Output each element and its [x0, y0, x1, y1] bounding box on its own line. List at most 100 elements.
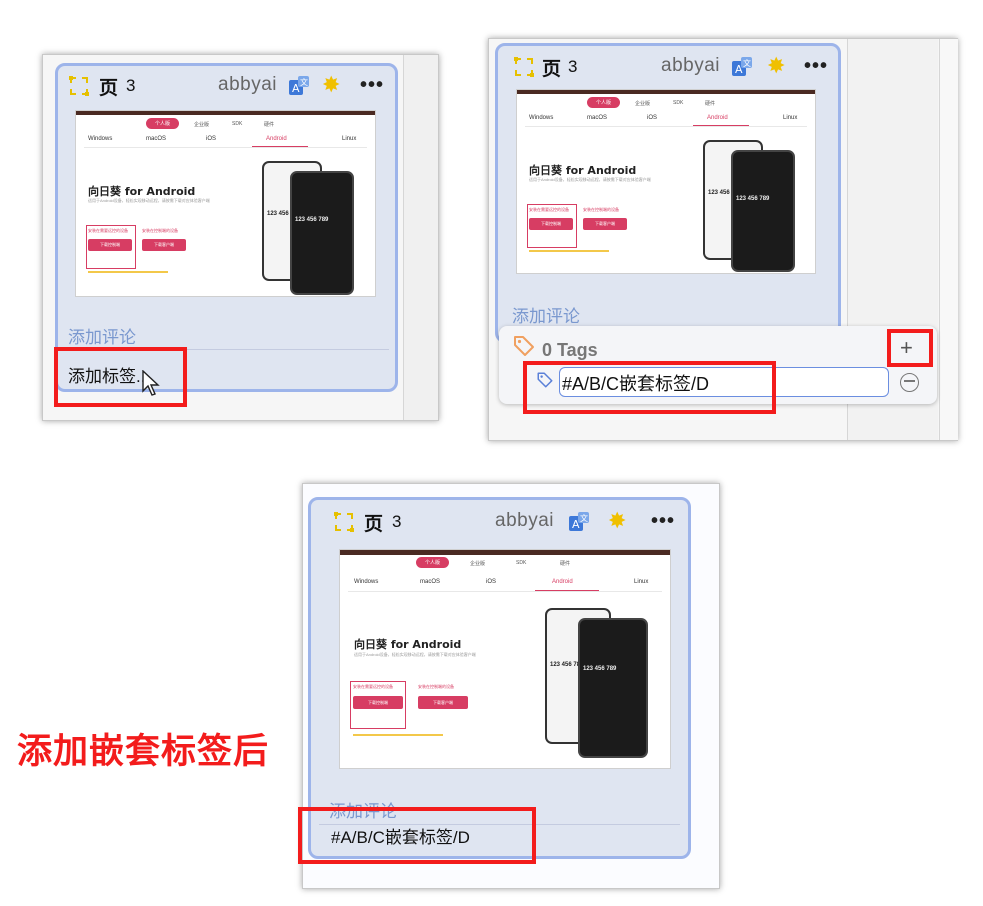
thumb-description: 适用于Android设备，轻松实现移动远程，请按需下载对应体验客户端	[88, 198, 210, 203]
thumb-os-tab: Windows	[529, 115, 554, 121]
brand-label: abbyai	[218, 74, 277, 95]
brand-label: abbyai	[495, 510, 554, 531]
page-card[interactable]: 页 3 abbyai A 文 ✸ ••• 个人版 企业版 SDK 硬件 Wind…	[308, 497, 691, 859]
thumb-separator	[525, 126, 807, 127]
thumb-phone-dark: 123 456 789	[731, 150, 795, 272]
add-comment-field[interactable]: 添加评论	[512, 302, 580, 327]
svg-text:文: 文	[743, 58, 751, 68]
thumb-tab: 硬件	[560, 561, 571, 567]
thumb-os-tab: Windows	[354, 579, 379, 585]
thumb-button: 下载控制端	[88, 239, 132, 251]
card-header: 页 3 abbyai A 文 ✸ •••	[58, 66, 395, 106]
side-rail	[403, 55, 438, 420]
tag-icon	[514, 336, 534, 356]
thumb-button: 下载控制端	[353, 696, 403, 709]
thumb-note	[353, 734, 443, 736]
thumb-os-tab: Linux	[342, 136, 357, 142]
thumb-tab: 企业版	[470, 561, 486, 567]
thumb-separator	[348, 591, 662, 592]
thumb-os-tab: Linux	[783, 115, 798, 121]
svg-text:文: 文	[580, 513, 588, 523]
star-icon[interactable]: ✸	[322, 74, 340, 96]
page-number: 3	[126, 76, 136, 95]
thumb-os-tab: macOS	[146, 136, 167, 142]
thumb-phone-number: 123 456 789	[736, 196, 770, 202]
thumb-os-tab: iOS	[647, 115, 658, 121]
thumb-heading: 向日葵 for Android	[529, 164, 637, 177]
thumb-os-tab: Windows	[88, 136, 113, 142]
frame-icon	[334, 512, 354, 532]
thumb-separator	[84, 147, 367, 148]
page-label: 页	[364, 513, 384, 535]
more-options-icon[interactable]: •••	[804, 56, 828, 76]
page-thumbnail: 个人版 企业版 SDK 硬件 Windows macOS iOS Android…	[339, 549, 671, 769]
thumb-os-tab: Android	[266, 136, 287, 142]
page-card[interactable]: 页 3 abbyai A 文 ✸ ••• 个人版 企业版 SDK 硬件 Wind…	[55, 63, 398, 396]
thumb-link: 安装在需要远控的设备	[529, 207, 569, 212]
card-header: 页 3 abbyai A 文 ✸ •••	[498, 46, 838, 86]
thumb-topbar	[76, 111, 375, 115]
thumb-phone-number: 123 456 789	[583, 666, 617, 672]
thumb-topbar	[517, 90, 815, 94]
thumb-tabs: 个人版 企业版 SDK 硬件	[76, 118, 375, 129]
highlight-box	[523, 361, 776, 414]
thumb-tab: 企业版	[194, 122, 210, 128]
thumb-note	[529, 250, 609, 252]
thumb-tabs: 个人版 企业版 SDK 硬件	[340, 557, 670, 568]
annotation-label: 添加嵌套标签后	[17, 732, 270, 772]
more-options-icon[interactable]: •••	[651, 511, 675, 531]
translate-icon[interactable]: A 文	[288, 75, 310, 97]
add-comment-field[interactable]: 添加评论	[68, 323, 136, 348]
panel-before: 页 3 abbyai A 文 ✸ ••• 个人版 企业版 SDK 硬件 Wind…	[42, 54, 439, 421]
thumb-link: 安装在控制端的设备	[583, 207, 619, 212]
thumb-description: 适用于Android设备，轻松实现移动远程，请按需下载对应体验客户端	[529, 177, 651, 182]
frame-icon	[69, 76, 89, 96]
page-number: 3	[568, 57, 578, 76]
star-icon[interactable]: ✸	[608, 510, 626, 532]
thumb-os-tab: iOS	[486, 579, 497, 585]
thumb-tab: 个人版	[416, 557, 450, 568]
thumb-tab: 个人版	[587, 97, 621, 108]
thumb-link: 安装在控制端的设备	[142, 228, 178, 233]
brand-label: abbyai	[661, 55, 720, 76]
thumb-button: 下载客户端	[583, 218, 627, 230]
translate-icon[interactable]: A 文	[568, 511, 590, 533]
thumb-phone-dark: 123 456 789	[290, 171, 354, 295]
thumb-os-tab: Linux	[634, 579, 649, 585]
thumb-os-tab: iOS	[206, 136, 217, 142]
thumb-phone-dark: 123 456 789	[578, 618, 648, 758]
panel-editing: 页 3 abbyai A 文 ✸ ••• 个人版 企业版 SDK 硬件 Wind…	[488, 38, 958, 441]
side-rail-edge	[939, 39, 958, 440]
frame-icon	[514, 57, 534, 77]
thumb-tab: 个人版	[146, 118, 180, 129]
thumb-description: 适用于Android设备，轻松实现移动远程，请按需下载对应体验客户端	[354, 652, 476, 657]
thumb-tab: SDK	[673, 100, 684, 106]
thumb-note	[88, 271, 168, 273]
star-icon[interactable]: ✸	[767, 55, 785, 77]
page-thumbnail: 个人版 企业版 SDK 硬件 Windows macOS iOS Android…	[75, 110, 376, 297]
card-header: 页 3 abbyai A 文 ✸ •••	[311, 500, 688, 540]
thumb-os-tab: Android	[707, 115, 728, 121]
thumb-heading: 向日葵 for Android	[354, 638, 462, 651]
thumb-os-tab: Android	[552, 579, 573, 585]
page-card[interactable]: 页 3 abbyai A 文 ✸ ••• 个人版 企业版 SDK 硬件 Wind…	[495, 43, 841, 343]
thumb-button: 下载客户端	[418, 696, 468, 709]
remove-tag-icon[interactable]	[900, 373, 919, 392]
thumb-button: 下载客户端	[142, 239, 186, 251]
thumb-topbar	[340, 550, 670, 555]
thumb-tab: 硬件	[264, 122, 275, 128]
thumb-tab: SDK	[232, 121, 243, 127]
highlight-box	[54, 347, 187, 407]
thumb-link: 安装在需要远控的设备	[88, 228, 128, 233]
panel-after: 页 3 abbyai A 文 ✸ ••• 个人版 企业版 SDK 硬件 Wind…	[298, 483, 720, 889]
thumb-tabs: 个人版 企业版 SDK 硬件	[517, 97, 815, 108]
thumb-tab: 企业版	[635, 101, 651, 107]
translate-icon[interactable]: A 文	[731, 56, 753, 78]
thumb-tab: 硬件	[705, 101, 716, 107]
thumb-link: 安装在控制端的设备	[418, 684, 454, 689]
thumb-link: 安装在需要远控的设备	[353, 684, 393, 689]
thumb-heading: 向日葵 for Android	[88, 185, 196, 198]
more-options-icon[interactable]: •••	[360, 75, 384, 95]
page-label: 页	[542, 58, 562, 80]
highlight-box	[298, 807, 536, 864]
